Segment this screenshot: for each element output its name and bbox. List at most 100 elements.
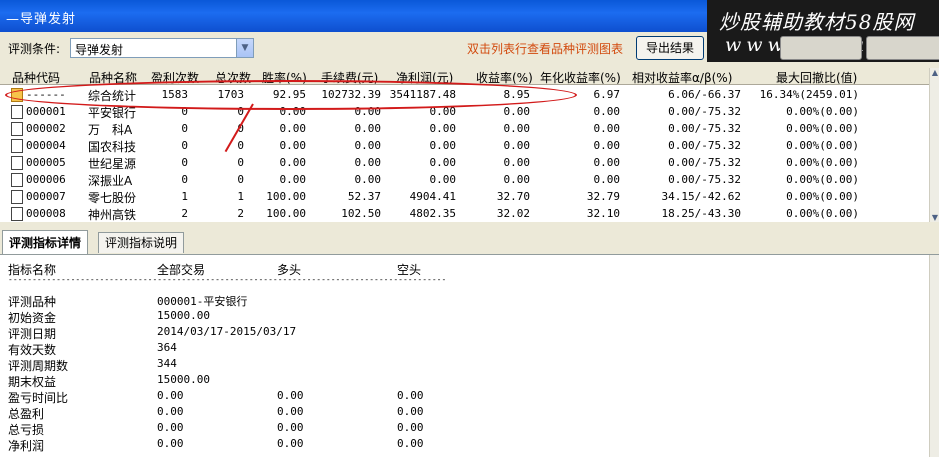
table-cell: 000002 (26, 122, 66, 135)
table-cell: 0.00 (429, 122, 457, 135)
table-cell: 国农科技 (88, 140, 137, 154)
export-button[interactable]: 导出结果 (636, 36, 704, 60)
table-cell: 18.25/-43.30 (661, 207, 741, 220)
table-cell: 92.95 (272, 88, 306, 101)
metric-name: 总盈利 (8, 407, 45, 421)
table-cell: 0.00 (429, 105, 457, 118)
column-header[interactable]: 收益率(%) (476, 69, 533, 86)
metric-value: 0.00 (397, 437, 424, 450)
table-cell: 0.00 (429, 156, 457, 169)
toolbar-button[interactable] (866, 36, 939, 60)
column-header[interactable]: 品种代码 (12, 69, 60, 86)
table-cell: 0.00/-75.32 (668, 122, 741, 135)
metric-value: 0.00 (157, 405, 184, 418)
metric-name: 总亏损 (8, 423, 45, 437)
table-cell: 0.00%(0.00) (786, 190, 859, 203)
table-row[interactable]: 000008 神州高铁 2 2 100.00 102.50 4802.35 32.02 32.1… (0, 205, 939, 222)
table-cell: 0.00 (279, 105, 307, 118)
hint-text: 双击列表行查看品种评测图表 (467, 42, 624, 56)
table-cell: 0.00 (503, 156, 531, 169)
table-cell: 0.00 (429, 173, 457, 186)
table-row[interactable]: 000002 万 科A 0 0 0.00 0.00 0.00 0.00 0.00 0.00/-75… (0, 120, 939, 137)
table-cell: 0.00%(0.00) (786, 139, 859, 152)
table-cell: 0 (181, 156, 188, 169)
document-icon (11, 105, 23, 119)
table-cell: 0.00 (503, 173, 531, 186)
table-cell: 32.79 (586, 190, 620, 203)
column-header[interactable]: 品种名称 (89, 69, 137, 86)
table-cell: 0.00%(0.00) (786, 122, 859, 135)
table-cell: 0.00 (503, 122, 531, 135)
table-cell: 0.00 (354, 173, 382, 186)
metric-name: 净利润 (8, 439, 45, 453)
table-cell: 102.50 (341, 207, 381, 220)
table-cell: 0 (181, 105, 188, 118)
metric-name: 期末权益 (8, 375, 57, 389)
table-row[interactable]: 000006 深振业A 0 0 0.00 0.00 0.00 0.00 0.00 0.00/-75… (0, 171, 939, 188)
metric-value: 364 (157, 341, 177, 354)
table-cell: 1583 (161, 88, 189, 101)
detail-scrollbar[interactable] (929, 255, 939, 457)
metric-value: 15000.00 (157, 373, 210, 386)
column-header[interactable]: 相对收益率α/β(%) (632, 69, 732, 86)
toolbar-button[interactable] (780, 36, 862, 60)
table-cell: 32.10 (586, 207, 620, 220)
scroll-down-icon[interactable]: ▼ (930, 213, 939, 222)
table-cell: 0.00 (429, 139, 457, 152)
table-cell: 0.00 (354, 139, 382, 152)
table-scrollbar[interactable]: ▲ ▼ (929, 68, 939, 222)
table-cell: 0.00 (279, 139, 307, 152)
table-cell: 52.37 (347, 190, 381, 203)
document-icon (11, 156, 23, 170)
metric-value: 2014/03/17-2015/03/17 (157, 325, 297, 338)
table-row[interactable]: 000007 零七股份 1 1 100.00 52.37 4904.41 32.70 32.79… (0, 188, 939, 205)
column-header[interactable]: 胜率(%) (262, 69, 307, 86)
column-header[interactable]: 手续费(元) (321, 69, 378, 86)
column-header[interactable]: 年化收益率(%) (540, 69, 621, 86)
detail-tabs: 评测指标详情 评测指标说明 (0, 230, 939, 255)
table-row[interactable]: 000004 国农科技 0 0 0.00 0.00 0.00 0.00 0.00 0.00/-75… (0, 137, 939, 154)
table-cell: 16.34%(2459.01) (759, 88, 859, 101)
metric-value: 0.00 (397, 405, 424, 418)
table-cell: 2 (181, 207, 188, 220)
table-cell: 0.00 (279, 173, 307, 186)
table-cell: 102732.39 (321, 88, 381, 101)
table-cell: 0 (237, 156, 244, 169)
document-icon (11, 122, 23, 136)
table-row[interactable]: 000001 平安银行 0 0 0.00 0.00 0.00 0.00 0.00 0.00/-75… (0, 103, 939, 120)
scroll-up-icon[interactable]: ▲ (930, 68, 939, 77)
chevron-down-icon[interactable]: ▼ (236, 39, 253, 57)
table-cell: 0.00/-75.32 (668, 139, 741, 152)
condition-select[interactable]: 导弹发射 ▼ (70, 38, 254, 58)
table-cell: 0.00 (593, 156, 621, 169)
table-cell: 0 (181, 173, 188, 186)
table-cell: 32.70 (496, 190, 530, 203)
metric-value: 0.00 (157, 389, 184, 402)
window-title: —导弹发射 (6, 12, 77, 27)
metric-value: 0.00 (277, 421, 304, 434)
table-cell: 0.00%(0.00) (786, 207, 859, 220)
table-cell: 0.00 (593, 173, 621, 186)
column-header[interactable]: 盈利次数 (151, 69, 199, 86)
metric-name: 评测日期 (8, 327, 57, 341)
table-cell: 万 科A (88, 123, 133, 137)
table-cell: 0.00/-75.32 (668, 156, 741, 169)
watermark-line1: 炒股辅助教材58股网 (719, 10, 915, 34)
column-header[interactable]: 最大回撤比(值) (776, 69, 857, 86)
tab-metric-help[interactable]: 评测指标说明 (98, 232, 185, 253)
condition-label: 评测条件: (8, 42, 61, 56)
document-icon (11, 139, 23, 153)
table-row[interactable]: ------ 综合统计 1583 1703 92.95 102732.39 3541187.… (0, 86, 939, 103)
column-header[interactable]: 总次数 (215, 69, 251, 86)
folder-icon (11, 88, 23, 102)
metric-value: 0.00 (397, 421, 424, 434)
metric-name: 评测品种 (8, 295, 57, 309)
tab-metric-details[interactable]: 评测指标详情 (2, 230, 89, 255)
table-cell: 综合统计 (88, 89, 137, 103)
column-header[interactable]: 净利润(元) (396, 69, 453, 86)
table-cell: 000004 (26, 139, 66, 152)
table-cell: 3541187.48 (389, 88, 456, 101)
metric-value: 0.00 (397, 389, 424, 402)
table-row[interactable]: 000005 世纪星源 0 0 0.00 0.00 0.00 0.00 0.00 0.00/-75… (0, 154, 939, 171)
table-cell: 0.00/-75.32 (668, 105, 741, 118)
